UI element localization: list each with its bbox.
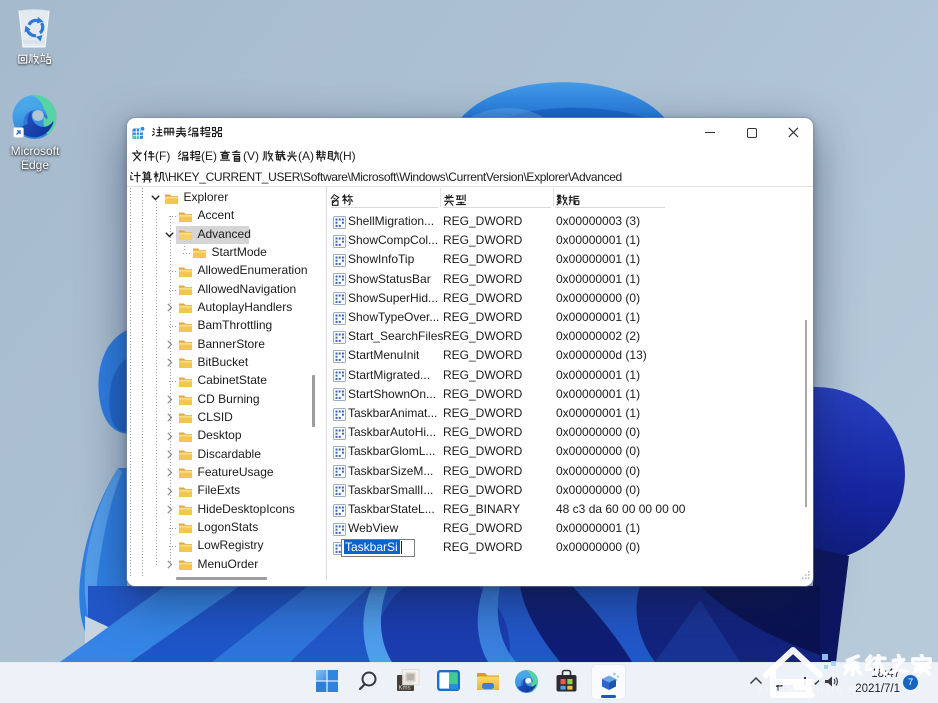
svg-text:Kms: Kms bbox=[399, 686, 411, 692]
